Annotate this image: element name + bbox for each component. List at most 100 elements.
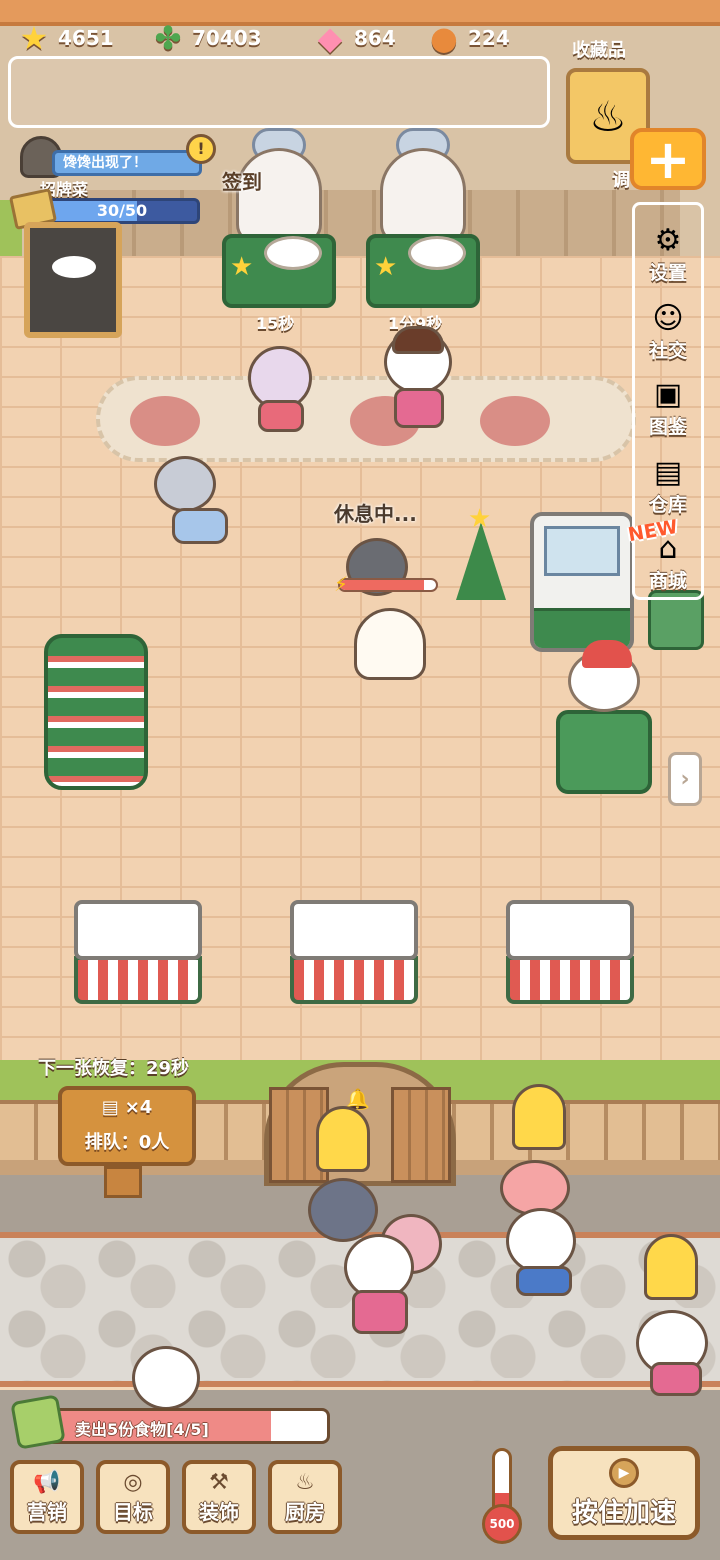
task-text: 卖出5份食物[4/5] (75, 1420, 209, 1439)
star-icon: ★ (230, 252, 254, 282)
settings-label: 设置 (648, 262, 687, 284)
hold-to-speed-button[interactable]: ▶ 按住加速 (548, 1446, 700, 1540)
rug-spot (130, 396, 200, 446)
pot-icon: ♨ (589, 91, 627, 141)
thermometer-value: 500 (482, 1504, 522, 1544)
dining-table-3[interactable] (506, 900, 644, 1008)
sign-post (104, 1166, 142, 1198)
plus-icon: + (645, 127, 691, 191)
game-stage[interactable]: ★ 4651 ✤ 70403 ◆ 864 ● 224 收藏品 ♨ 调 + 馋馋出… (0, 0, 720, 1560)
goals-button[interactable]: ◎ 目标 (96, 1460, 170, 1534)
add-button[interactable]: + (630, 127, 706, 191)
table-top (74, 900, 202, 960)
rug (96, 376, 636, 462)
scared-customer[interactable] (316, 1106, 370, 1172)
dish-plate (264, 236, 322, 270)
collectibles-label: 收藏品 (572, 40, 626, 61)
warehouse-label: 仓库 (648, 494, 687, 516)
marketing-button[interactable]: 📢 营销 (10, 1460, 84, 1534)
scared-customer[interactable] (644, 1234, 698, 1300)
dog-hat (392, 326, 444, 354)
gray-cat-customer[interactable] (308, 1178, 378, 1242)
star-icon: ★ (468, 504, 492, 534)
thermometer[interactable]: 500 (482, 1448, 522, 1544)
ticket-icon: ▤ (101, 1096, 119, 1118)
fairy-cat[interactable] (154, 456, 216, 512)
guidebook-label: 图鉴 (648, 416, 687, 438)
dining-table-2[interactable] (290, 900, 428, 1008)
quest-banner[interactable]: 馋馋出现了！ (52, 150, 202, 176)
chef-station-2[interactable]: ★ (360, 128, 480, 328)
checkin-button[interactable]: 签到 (222, 166, 262, 195)
signboard-progress-text: 30/50 (96, 201, 148, 220)
chef-bear (380, 148, 466, 244)
book-icon: ▣ (653, 377, 683, 412)
candy-icon: ◆ (317, 19, 343, 57)
snowman-dispenser[interactable] (552, 640, 656, 794)
cake-stand[interactable] (44, 634, 148, 790)
settings-button[interactable]: ⚙ 设置 (635, 211, 701, 285)
ticket-row: ▤ ×4 (62, 1090, 192, 1124)
menu-chalkboard[interactable] (24, 222, 122, 338)
dining-table-1[interactable] (74, 900, 212, 1008)
kitchen-button[interactable]: ♨ 厨房 (268, 1460, 342, 1534)
cat-customer-outfit (516, 1266, 572, 1296)
claw-machine[interactable] (530, 512, 634, 652)
decorate-label: 装饰 (199, 1499, 239, 1524)
scroll-right-button[interactable]: › (668, 752, 702, 806)
rabbit-apron (258, 400, 304, 432)
pan-icon: ♨ (295, 1469, 315, 1495)
table-awning (506, 956, 634, 1004)
resource-star[interactable]: ★ 4651 (14, 18, 114, 58)
social-label: 社交 (648, 340, 687, 362)
dog-customer-outfit (352, 1290, 408, 1334)
play-icon: ▶ (609, 1457, 639, 1488)
queue-count: 排队：0人 (84, 1132, 170, 1153)
resource-bar (8, 56, 550, 128)
scared-customer[interactable] (512, 1084, 566, 1150)
dispenser-base (556, 710, 652, 794)
guidebook-button[interactable]: ▣ 图鉴 (635, 365, 701, 439)
rug-spot (480, 396, 550, 446)
truncated-label: 调 (612, 170, 630, 191)
christmas-tree[interactable]: ★ (456, 504, 506, 608)
bear-customer[interactable] (132, 1346, 200, 1410)
gear-icon: ⚙ (654, 223, 682, 258)
marketing-label: 营销 (27, 1499, 67, 1524)
dog-apron (394, 388, 444, 428)
goals-label: 目标 (113, 1499, 153, 1524)
money-icon[interactable] (10, 1394, 66, 1450)
ghost-character[interactable] (354, 608, 426, 680)
table-top (290, 900, 418, 960)
table-top (506, 900, 634, 960)
social-button[interactable]: ☺ 社交 (635, 289, 701, 363)
table-awning (74, 956, 202, 1004)
fairy-dress (172, 508, 228, 544)
megaphone-icon: 📢 (33, 1469, 61, 1495)
star-icon: ★ (374, 252, 398, 282)
dog-customer-outfit (650, 1362, 702, 1396)
cookie-count: 224 (468, 26, 510, 50)
next-recover-timer: 下一张恢复：29秒 (38, 1058, 190, 1079)
white-cat-customer[interactable] (506, 1208, 576, 1274)
resource-cookie[interactable]: ● 224 (424, 18, 510, 58)
dish-plate (408, 236, 466, 270)
worker-status: 休息中... (334, 502, 417, 526)
signboard-progress[interactable]: 30/50 (44, 198, 200, 224)
resource-candy[interactable]: ◆ 864 (310, 18, 396, 58)
ticket-count: ×4 (124, 1096, 153, 1118)
decorate-button[interactable]: ⚒ 装饰 (182, 1460, 256, 1534)
queue-sign[interactable]: ▤ ×4 排队：0人 (58, 1086, 196, 1166)
clover-count: 70403 (192, 26, 262, 50)
cookie-icon: ● (430, 19, 458, 57)
star-count: 4651 (58, 26, 114, 50)
table-awning (290, 956, 418, 1004)
warehouse-button[interactable]: ▤ 仓库 (635, 443, 701, 517)
chef-station-1[interactable]: ★ (216, 128, 336, 328)
shop-label: 商城 (648, 570, 687, 592)
chevron-right-icon: › (680, 766, 690, 792)
task-progress[interactable]: 卖出5份食物[4/5] (46, 1408, 330, 1444)
resource-clover[interactable]: ✤ 70403 (148, 18, 262, 58)
lightning-icon: ⚡ (334, 572, 349, 596)
alert-icon[interactable]: ! (186, 134, 216, 164)
